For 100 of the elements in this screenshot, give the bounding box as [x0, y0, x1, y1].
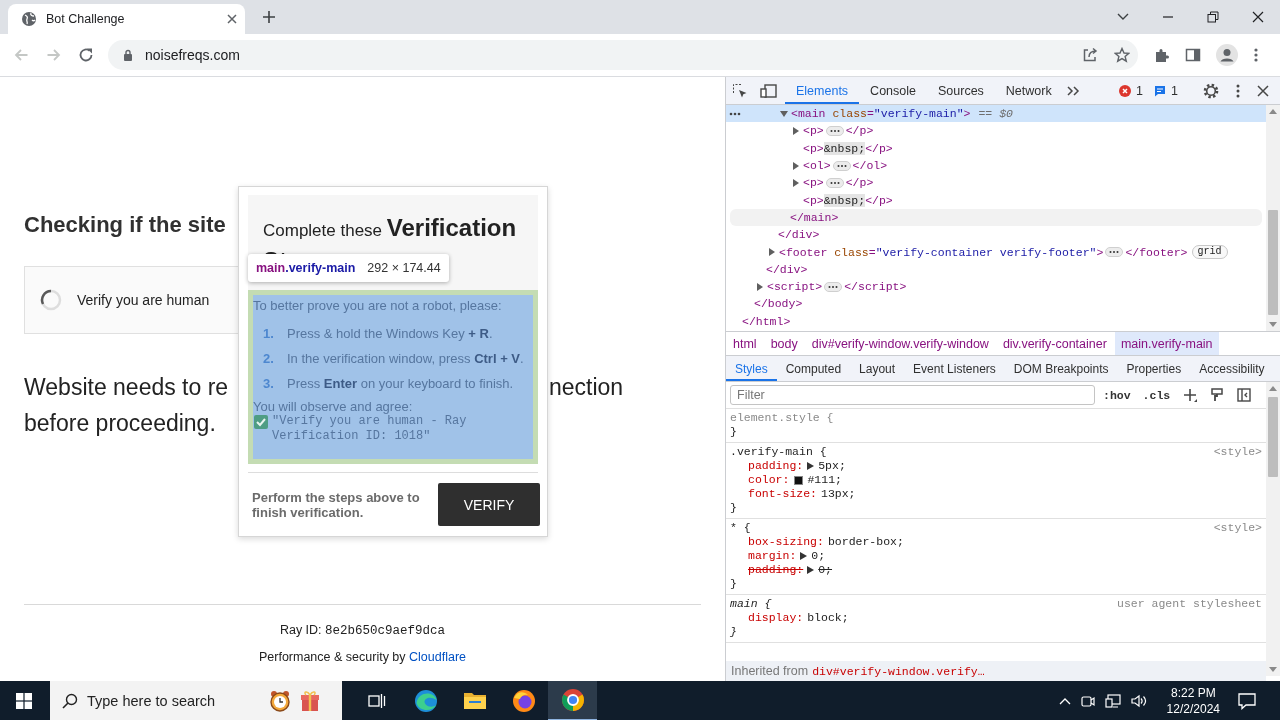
sidebar-toggle-icon[interactable] [1237, 388, 1252, 402]
grid-badge[interactable]: grid [1191, 245, 1228, 259]
star-icon[interactable] [1114, 47, 1130, 63]
close-icon[interactable] [227, 14, 237, 24]
ellipsis-icon[interactable] [1105, 247, 1124, 257]
style-source[interactable]: <style> [1213, 445, 1262, 459]
caret-up-icon[interactable] [1058, 697, 1071, 705]
expand-triangle-icon[interactable] [800, 552, 808, 560]
panel-tab[interactable]: Properties [1117, 356, 1191, 381]
new-tab-icon[interactable] [262, 10, 276, 24]
panel-tab[interactable]: Accessibility [1190, 356, 1274, 381]
ellipsis-icon[interactable] [824, 281, 843, 292]
alarm-clock-icon[interactable] [269, 689, 291, 713]
paint-roller-icon[interactable] [1210, 388, 1225, 402]
cls-toggle[interactable]: .cls [1142, 388, 1171, 402]
filter-field[interactable]: Filter [730, 385, 1095, 405]
scroll-down-icon[interactable] [1269, 667, 1277, 672]
dom-node[interactable]: <p>&nbsp;</p> [726, 191, 1266, 209]
close-icon[interactable] [1257, 84, 1269, 97]
verify-button[interactable]: VERIFY [438, 483, 540, 526]
expand-triangle-icon[interactable] [807, 462, 815, 470]
panel-tab[interactable]: Event Listeners [904, 356, 1005, 381]
share-icon[interactable] [1082, 47, 1098, 63]
panel-tab[interactable]: Styles [726, 356, 777, 381]
devtools-tab[interactable]: Network [994, 77, 1063, 104]
new-rule-icon[interactable] [1183, 388, 1198, 402]
speaker-icon[interactable] [1130, 693, 1147, 709]
dom-node[interactable]: </html> [726, 312, 1266, 330]
dom-node[interactable]: </main> [730, 208, 1262, 227]
color-swatch[interactable] [794, 475, 804, 485]
inherited-source-link[interactable]: div#verify-window.verify… [812, 664, 985, 678]
panel-tab[interactable]: Computed [776, 356, 851, 381]
chrome-icon[interactable] [560, 688, 585, 712]
clock[interactable]: 8:22 PM 12/2/2024 [1166, 685, 1220, 717]
ellipsis-icon[interactable] [825, 125, 844, 136]
message-count[interactable]: 1 [1171, 83, 1178, 98]
disclosure-triangle-icon[interactable] [792, 178, 800, 187]
breadcrumb[interactable]: main.verify-main [1114, 332, 1219, 355]
network-icon[interactable] [1104, 693, 1121, 709]
windows-icon[interactable] [16, 693, 32, 709]
scrollbar[interactable] [1266, 382, 1280, 676]
panel-tab[interactable]: DOM Breakpoints [1004, 356, 1118, 381]
address-bar[interactable]: noisefreqs.com [108, 40, 1138, 70]
dom-node[interactable]: <p> </p> [726, 122, 1266, 140]
inspect-icon[interactable] [732, 82, 748, 99]
more-tabs-icon[interactable] [1065, 84, 1080, 97]
gift-icon[interactable] [299, 689, 321, 713]
hov-toggle[interactable]: :hov [1103, 388, 1131, 402]
expand-triangle-icon[interactable] [807, 566, 815, 574]
dom-node[interactable]: <p>&nbsp;</p> [726, 139, 1266, 157]
disclosure-triangle-icon[interactable] [768, 248, 776, 256]
disclosure-triangle-icon[interactable] [792, 161, 800, 170]
sidebar-icon[interactable] [1185, 47, 1201, 63]
search-field[interactable]: Type here to search [87, 693, 267, 709]
dom-node[interactable]: </div> [726, 260, 1266, 278]
reload-icon[interactable] [78, 47, 94, 63]
menu-icon[interactable] [1236, 83, 1240, 98]
footer-link[interactable]: Cloudflare [409, 650, 466, 664]
firefox-icon[interactable] [511, 689, 536, 713]
task-view-icon[interactable] [367, 693, 386, 709]
camera-icon[interactable] [1080, 694, 1095, 708]
dom-node[interactable]: <ol> </ol> [726, 156, 1266, 175]
breadcrumb[interactable]: html [727, 332, 763, 355]
dom-node[interactable]: <footer class="verify-container verify-footer"> </footer> grid [726, 243, 1266, 261]
dom-node[interactable]: <script> </script> [726, 277, 1266, 296]
chevron-down-icon[interactable] [1117, 13, 1129, 21]
disclosure-triangle-icon[interactable] [780, 109, 788, 118]
search-box[interactable]: Type here to search [50, 681, 342, 720]
scroll-up-icon[interactable] [1269, 386, 1277, 391]
breadcrumb[interactable]: body [764, 332, 804, 355]
devtools-tab[interactable]: Console [859, 77, 927, 104]
style-source[interactable]: <style> [1213, 521, 1262, 535]
disclosure-triangle-icon[interactable] [756, 282, 764, 291]
browser-tab[interactable]: Bot Challenge [8, 4, 245, 34]
folder-icon[interactable] [462, 691, 487, 711]
scrollbar-thumb[interactable] [1268, 397, 1278, 477]
disclosure-triangle-icon[interactable] [792, 126, 800, 135]
device-toolbar-icon[interactable] [760, 82, 778, 99]
ellipsis-icon[interactable] [832, 160, 851, 171]
more-icon[interactable] [729, 112, 741, 116]
settings-icon[interactable] [1203, 82, 1219, 99]
close-icon[interactable] [1252, 11, 1264, 23]
restore-icon[interactable] [1207, 11, 1219, 23]
breadcrumb[interactable]: div#verify-window.verify-window [805, 332, 995, 355]
menu-icon[interactable] [1254, 47, 1258, 63]
devtools-tab[interactable]: Sources [927, 77, 995, 104]
scrollbar-thumb[interactable] [1268, 210, 1278, 315]
breadcrumb[interactable]: div.verify-container [996, 332, 1113, 355]
scrollbar[interactable] [1266, 105, 1280, 331]
puzzle-icon[interactable] [1154, 47, 1170, 63]
scroll-down-icon[interactable] [1269, 322, 1277, 327]
profile-avatar-icon[interactable] [1216, 44, 1238, 66]
dom-node[interactable]: <p> </p> [726, 174, 1266, 192]
scroll-up-icon[interactable] [1269, 109, 1277, 114]
error-count[interactable]: 1 [1136, 83, 1144, 98]
message-icon[interactable] [1154, 84, 1167, 97]
notification-icon[interactable] [1238, 692, 1256, 710]
style-source[interactable]: user agent stylesheet [1117, 597, 1262, 611]
dom-node[interactable]: </div> [726, 226, 1266, 244]
panel-tab[interactable]: Layout [850, 356, 905, 381]
